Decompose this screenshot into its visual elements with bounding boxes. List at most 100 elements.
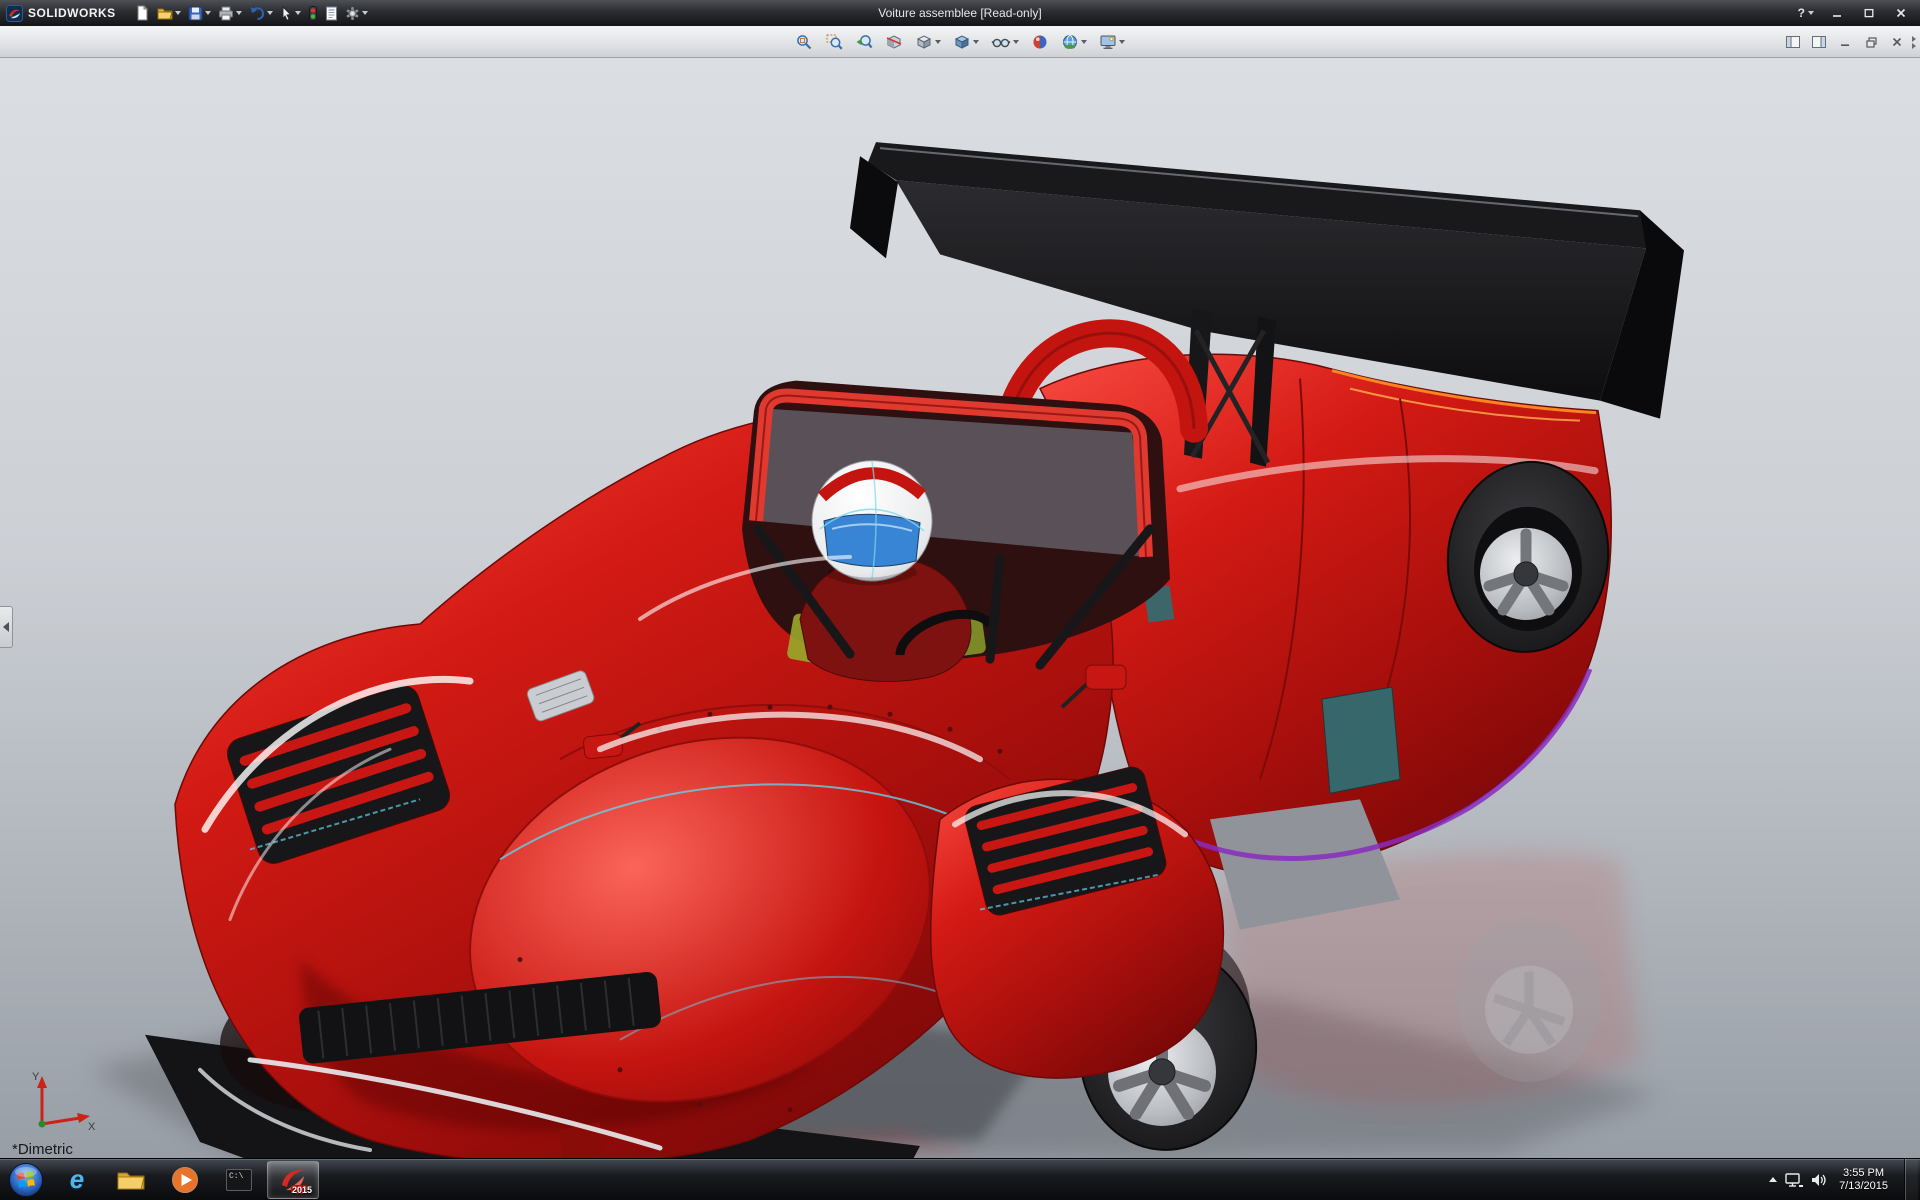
select-dropdown-caret[interactable] [295, 11, 301, 15]
view-settings-button[interactable] [1094, 29, 1130, 55]
3d-scene[interactable] [0, 58, 1920, 1158]
previous-view-button[interactable] [850, 29, 878, 55]
minimize-icon [1832, 8, 1842, 18]
titlebar-controls: ? [1792, 4, 1916, 23]
tray-hidden-icons-arrow[interactable] [1769, 1177, 1777, 1182]
select-cursor-icon [280, 6, 293, 21]
clock-date: 7/13/2015 [1839, 1180, 1888, 1193]
network-icon[interactable] [1785, 1172, 1803, 1188]
save-icon [188, 6, 203, 21]
hide-show-items-button[interactable] [986, 29, 1024, 55]
feature-pane-toggle-button[interactable] [1782, 32, 1804, 52]
rebuild-button[interactable] [305, 3, 321, 23]
help-dropdown-caret[interactable] [1808, 11, 1814, 15]
display-pane-toggle-button[interactable] [1808, 32, 1830, 52]
internet-explorer-icon: e [70, 1164, 84, 1195]
help-button[interactable]: ? [1792, 6, 1820, 20]
doc-restore-icon [1866, 37, 1877, 48]
apply-scene-caret[interactable] [1081, 40, 1087, 44]
quick-access-toolbar [132, 3, 371, 23]
doc-minimize-icon [1840, 37, 1850, 47]
zoom-to-fit-icon [795, 33, 813, 51]
doc-restore-button[interactable] [1860, 32, 1882, 52]
feature-pane-icon [1786, 36, 1800, 48]
doc-close-button[interactable] [1886, 32, 1908, 52]
hide-show-items-icon [991, 33, 1011, 51]
maximize-button[interactable] [1854, 4, 1884, 23]
heads-up-view-toolbar [790, 29, 1130, 55]
undo-icon [249, 6, 265, 20]
edit-appearance-icon [1031, 33, 1049, 51]
toolbar-overflow-chevron[interactable] [1912, 36, 1916, 49]
heads-up-toolbar-row [0, 26, 1920, 58]
brand-name: SOLIDWORKS [28, 6, 116, 20]
maximize-icon [1864, 8, 1874, 18]
undo-button[interactable] [246, 3, 276, 23]
view-orientation-caret[interactable] [935, 40, 941, 44]
print-dropdown-caret[interactable] [236, 11, 242, 15]
start-button[interactable] [6, 1160, 46, 1200]
view-settings-caret[interactable] [1119, 40, 1125, 44]
app-titlebar: SOLIDWORKS [0, 0, 1920, 26]
solidworks-version-badge: 2015 [292, 1185, 312, 1195]
undo-dropdown-caret[interactable] [267, 11, 273, 15]
display-style-icon [953, 33, 971, 51]
open-dropdown-caret[interactable] [175, 11, 181, 15]
app-brand: SOLIDWORKS [4, 5, 122, 22]
print-button[interactable] [215, 3, 245, 23]
options-gear-icon [345, 6, 360, 21]
window-title: Voiture assemblee [Read-only] [878, 6, 1041, 20]
options-button[interactable] [342, 3, 371, 23]
taskbar-media-player[interactable] [159, 1161, 211, 1199]
view-orientation-icon [915, 33, 933, 51]
new-document-icon [135, 5, 150, 21]
minimize-button[interactable] [1822, 4, 1852, 23]
document-window-controls [1782, 26, 1916, 58]
triad-x-label: X [88, 1121, 96, 1133]
apply-scene-icon [1061, 33, 1079, 51]
zoom-to-area-icon [825, 33, 843, 51]
edit-appearance-button[interactable] [1026, 29, 1054, 55]
display-style-button[interactable] [948, 29, 984, 55]
solidworks-window: SOLIDWORKS [0, 0, 1920, 1200]
save-dropdown-caret[interactable] [205, 11, 211, 15]
command-prompt-icon: C:\ [226, 1169, 252, 1191]
rebuild-traffic-light-icon [308, 6, 318, 21]
open-folder-icon [157, 6, 173, 20]
graphics-area[interactable]: *Dimetric Y X [0, 58, 1920, 1158]
options-dropdown-caret[interactable] [362, 11, 368, 15]
file-properties-icon [325, 6, 338, 21]
taskbar-internet-explorer[interactable]: e [51, 1161, 103, 1199]
clock-time: 3:55 PM [1839, 1167, 1888, 1180]
save-button[interactable] [185, 3, 214, 23]
reference-triad: Y X [24, 1066, 100, 1142]
media-player-icon [171, 1166, 199, 1194]
zoom-to-fit-button[interactable] [790, 29, 818, 55]
open-button[interactable] [154, 3, 184, 23]
hide-show-items-caret[interactable] [1013, 40, 1019, 44]
doc-minimize-button[interactable] [1834, 32, 1856, 52]
file-properties-button[interactable] [322, 3, 341, 23]
close-icon [1896, 8, 1906, 18]
zoom-to-area-button[interactable] [820, 29, 848, 55]
new-document-button[interactable] [132, 3, 153, 23]
taskbar-command-prompt[interactable]: C:\ [213, 1161, 265, 1199]
system-tray: 3:55 PM 7/13/2015 [1769, 1159, 1920, 1200]
featuremanager-flyout-tab[interactable] [0, 606, 13, 648]
volume-icon[interactable] [1811, 1172, 1827, 1188]
apply-scene-button[interactable] [1056, 29, 1092, 55]
select-button[interactable] [277, 3, 304, 23]
taskbar-solidworks[interactable]: 2015 [267, 1161, 319, 1199]
display-style-caret[interactable] [973, 40, 979, 44]
section-view-icon [885, 33, 903, 51]
view-orientation-button[interactable] [910, 29, 946, 55]
taskbar-windows-explorer[interactable] [105, 1161, 157, 1199]
triad-y-label: Y [32, 1071, 40, 1083]
help-glyph: ? [1798, 6, 1805, 20]
section-view-button[interactable] [880, 29, 908, 55]
close-button[interactable] [1886, 4, 1916, 23]
3ds-logo-icon [6, 5, 23, 22]
show-desktop-button[interactable] [1904, 1159, 1918, 1200]
display-pane-icon [1812, 36, 1826, 48]
taskbar-clock[interactable]: 3:55 PM 7/13/2015 [1839, 1167, 1888, 1193]
